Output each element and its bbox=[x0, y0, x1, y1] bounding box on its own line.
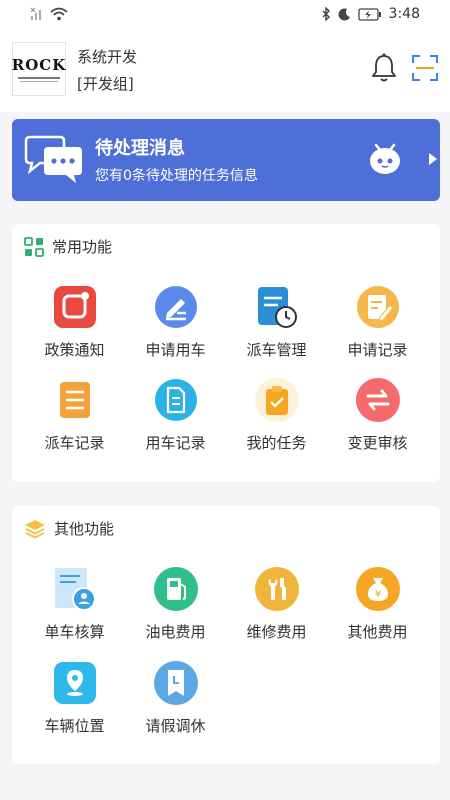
dispatch-manage-button[interactable]: 派车管理 bbox=[223, 284, 330, 360]
usage-record-icon bbox=[154, 379, 197, 421]
dispatch-manage-icon bbox=[257, 287, 297, 328]
leave-icon bbox=[153, 661, 198, 705]
play-arrow-icon bbox=[429, 153, 437, 165]
item-label: 单车核算 bbox=[44, 623, 105, 641]
scan-icon[interactable] bbox=[411, 54, 439, 82]
other-cost-button[interactable]: ¥ 其他费用 bbox=[324, 566, 431, 642]
policy-notice-icon bbox=[53, 286, 96, 328]
moon-icon bbox=[338, 7, 350, 20]
other-cost-icon: ¥ bbox=[355, 567, 400, 611]
dispatch-record-button[interactable]: 派车记录 bbox=[21, 377, 128, 453]
policy-notice-button[interactable]: 政策通知 bbox=[21, 284, 128, 360]
vehicle-accounting-icon bbox=[54, 568, 96, 611]
my-task-icon bbox=[254, 378, 299, 422]
usage-record-button[interactable]: 用车记录 bbox=[122, 377, 229, 453]
signal-icon bbox=[30, 7, 41, 20]
fuel-cost-button[interactable]: 油电费用 bbox=[122, 566, 229, 642]
item-label: 用车记录 bbox=[145, 434, 206, 452]
repair-cost-button[interactable]: 维修费用 bbox=[223, 566, 330, 642]
status-time: 3:48 bbox=[388, 6, 420, 22]
item-label: 维修费用 bbox=[246, 623, 307, 641]
item-label: 车辆位置 bbox=[44, 717, 105, 735]
svg-text:¥: ¥ bbox=[374, 589, 380, 600]
fuel-cost-icon bbox=[153, 567, 198, 611]
vehicle-location-button[interactable]: 车辆位置 bbox=[21, 660, 128, 736]
company-logo: ROCK bbox=[12, 42, 66, 96]
apply-record-button[interactable]: 申请记录 bbox=[324, 284, 431, 360]
leave-button[interactable]: 请假调休 bbox=[122, 660, 229, 736]
my-task-button[interactable]: 我的任务 bbox=[223, 377, 330, 453]
vehicle-accounting-button[interactable]: 单车核算 bbox=[21, 566, 128, 642]
other-functions-title: 其他功能 bbox=[54, 520, 115, 538]
logo-text: ROCK bbox=[11, 56, 67, 74]
other-functions-card: 其他功能 单车核算 油电费用 维修费用 ¥ 其他费用 车辆位置 请假调休 bbox=[12, 506, 440, 764]
change-review-icon bbox=[355, 378, 400, 422]
apply-record-icon bbox=[356, 286, 399, 328]
wifi-icon bbox=[50, 7, 68, 21]
item-label: 我的任务 bbox=[246, 434, 307, 452]
item-label: 政策通知 bbox=[44, 341, 105, 359]
vehicle-location-icon bbox=[53, 662, 96, 704]
bell-icon[interactable] bbox=[368, 52, 400, 84]
item-label: 申请记录 bbox=[347, 341, 408, 359]
item-label: 申请用车 bbox=[145, 341, 206, 359]
change-review-button[interactable]: 变更审核 bbox=[324, 377, 431, 453]
banner-subtitle: 您有0条待处理的任务信息 bbox=[95, 168, 258, 184]
app-header: ROCK 系统开发 [开发组] bbox=[0, 30, 450, 112]
grid-apps-icon bbox=[24, 236, 44, 257]
layers-icon bbox=[25, 519, 45, 539]
battery-icon bbox=[357, 7, 381, 21]
item-label: 油电费用 bbox=[145, 623, 206, 641]
common-functions-title: 常用功能 bbox=[52, 238, 113, 256]
bluetooth-icon bbox=[322, 7, 330, 21]
apply-car-button[interactable]: 申请用车 bbox=[122, 284, 229, 360]
banner-title: 待处理消息 bbox=[95, 138, 185, 159]
org-name: 系统开发 bbox=[77, 48, 138, 66]
robot-icon bbox=[370, 143, 400, 174]
chat-bubbles-icon bbox=[24, 135, 82, 183]
item-label: 请假调休 bbox=[145, 717, 206, 735]
common-functions-card: 常用功能 政策通知 申请用车 派车管理 申请记录 派车记录 用车记录 我的任务 … bbox=[12, 224, 440, 482]
apply-car-icon bbox=[154, 286, 197, 328]
item-label: 变更审核 bbox=[347, 434, 408, 452]
item-label: 其他费用 bbox=[347, 623, 408, 641]
item-label: 派车管理 bbox=[246, 341, 307, 359]
org-group: [开发组] bbox=[77, 75, 134, 93]
item-label: 派车记录 bbox=[44, 434, 105, 452]
repair-cost-icon bbox=[254, 567, 299, 611]
dispatch-record-icon bbox=[59, 382, 90, 418]
status-bar: 3:48 bbox=[0, 0, 450, 30]
